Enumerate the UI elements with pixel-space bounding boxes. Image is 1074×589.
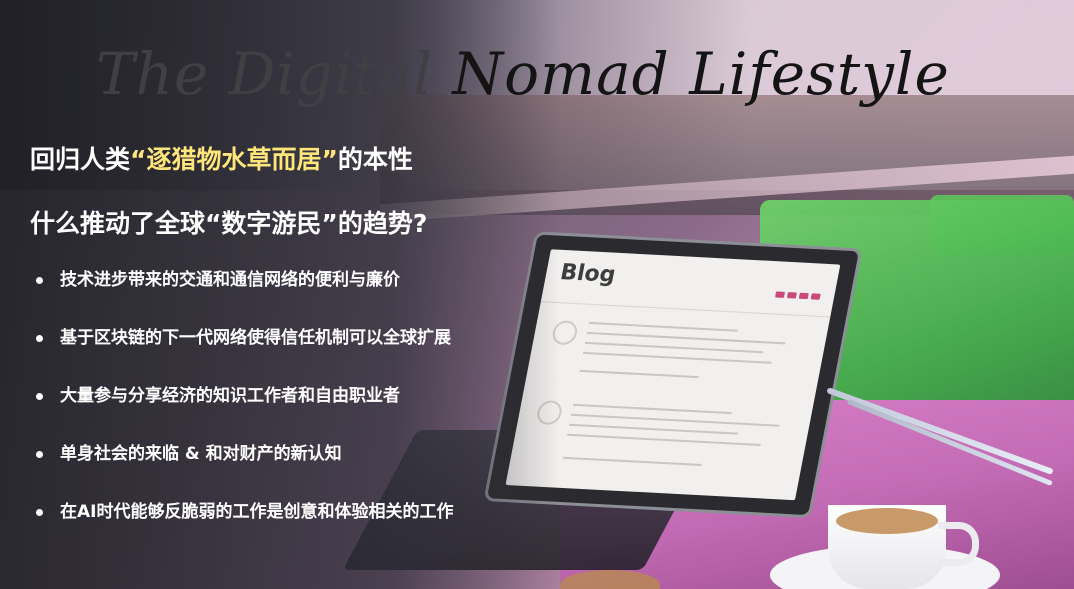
blog-text-line [567,433,761,446]
coffee-surface [836,508,938,534]
slide-title: The Digital Nomad Lifestyle [96,40,950,108]
bullet-text: 在AI时代能够反脆弱的工作是创意和体验相关的工作 [60,502,454,522]
bullet-dot-icon [36,509,43,516]
bullet-dot-icon [36,451,43,458]
bullet-item: 基于区块链的下一代网络使得信任机制可以全球扩展 [30,326,453,384]
slide-title-part2: Nomad Lifestyle [452,40,950,108]
blog-text-line [584,341,764,354]
cup-handle [938,522,979,566]
bullet-dot-icon [36,335,43,342]
bullet-list: 技术进步带来的交通和通信网络的便利与廉价 基于区块链的下一代网络使得信任机制可以… [30,268,453,558]
bullet-item: 在AI时代能够反脆弱的工作是创意和体验相关的工作 [30,500,453,558]
blog-text-line [588,321,738,332]
bullet-text: 大量参与分享经济的知识工作者和自由职业者 [60,386,400,406]
bullet-item: 大量参与分享经济的知识工作者和自由职业者 [30,384,453,442]
bullet-text: 基于区块链的下一代网络使得信任机制可以全球扩展 [60,328,451,348]
heading1-highlight: “逐猎物水草而居” [130,145,338,174]
heading1-prefix: 回归人类 [30,145,131,174]
bullet-dot-icon [36,393,43,400]
bullet-text: 技术进步带来的交通和通信网络的便利与廉价 [60,270,400,290]
slide-title-part1: The Digital [96,40,453,108]
blog-text-line [582,351,772,364]
heading-return-to-nature: 回归人类“逐猎物水草而居”的本性 [30,140,413,176]
bullet-item: 单身社会的来临 & 和对财产的新认知 [30,442,453,500]
heading1-suffix: 的本性 [337,145,413,174]
blog-buttons [774,291,821,300]
bullet-text: 单身社会的来临 & 和对财产的新认知 [60,444,342,464]
blog-text-line [568,423,738,435]
heading-drivers-question: 什么推动了全球“数字游民”的趋势? [30,209,428,238]
blog-text-line [579,369,699,379]
blog-text-line [572,403,732,415]
blog-heading: Blog [558,259,618,288]
blog-divider [540,301,831,318]
slide: Blog The Digital Nomad Lifestyle 回归人类“逐猎… [0,0,1074,589]
blog-text-line [562,456,702,467]
bullet-item: 技术进步带来的交通和通信网络的便利与廉价 [30,268,453,326]
blog-text-line [586,331,786,345]
bullet-dot-icon [36,277,43,284]
